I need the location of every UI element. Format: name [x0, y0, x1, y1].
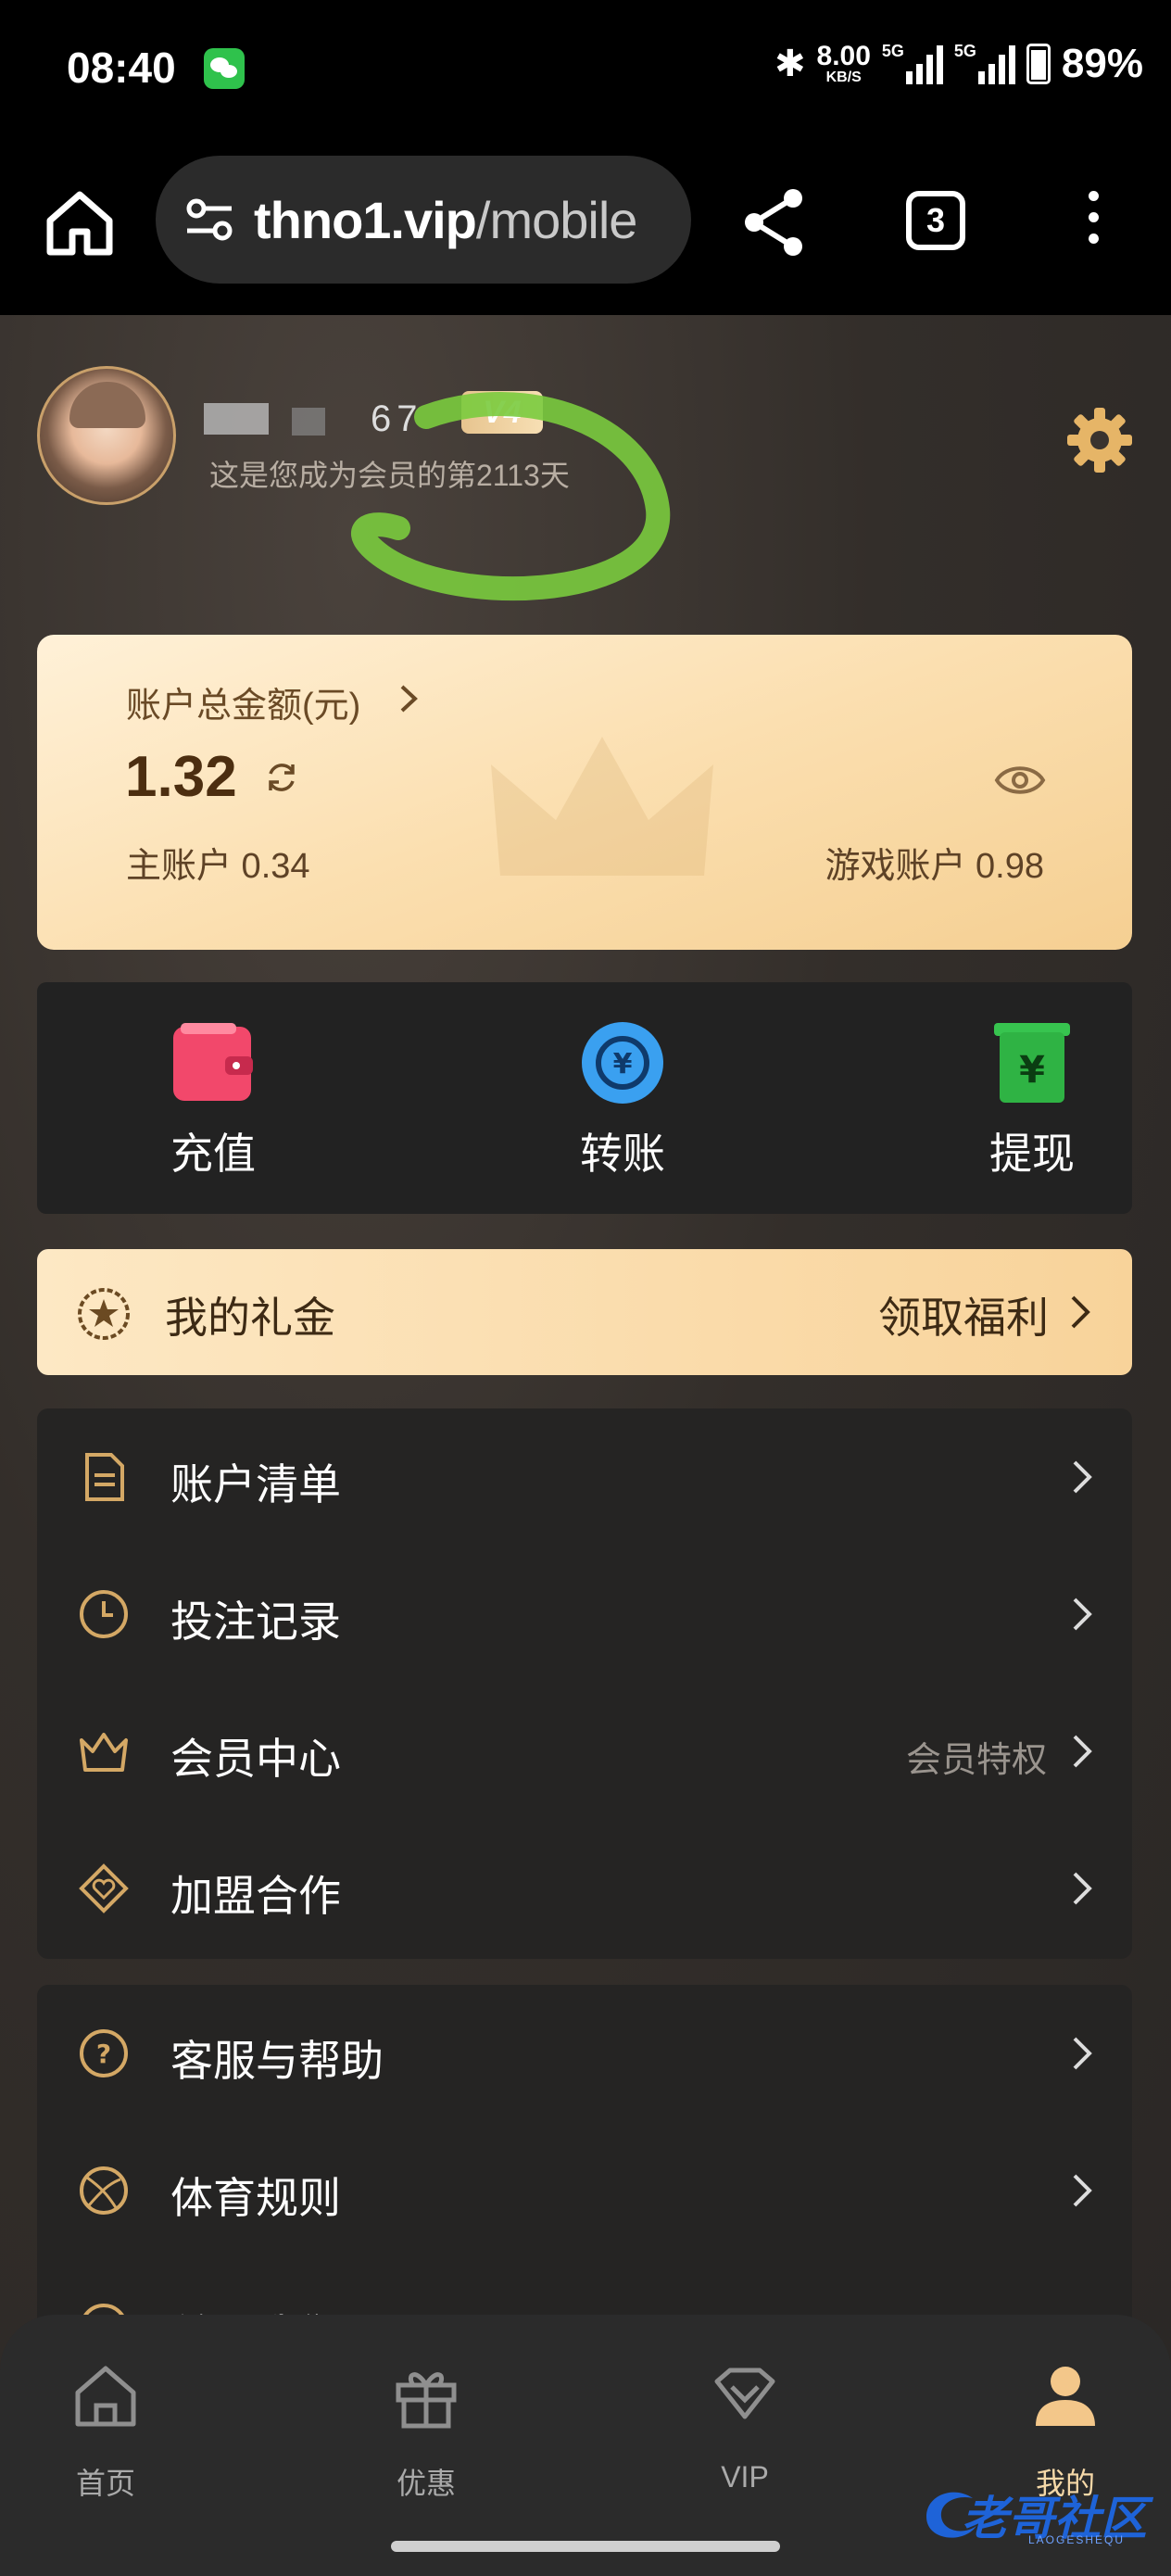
withdraw-label: 提现: [989, 1130, 1075, 1178]
url-host: thno1.vip: [254, 190, 477, 249]
tab-promotions[interactable]: 优惠: [343, 2359, 510, 2503]
network-speed-unit: KB/S: [825, 69, 862, 85]
tab-home[interactable]: 首页: [22, 2359, 189, 2503]
menu-item-member-center[interactable]: 会员中心 会员特权: [37, 1683, 1132, 1820]
game-account-balance: 游戏账户 0.98: [825, 847, 1044, 886]
chevron-right-icon: [1073, 1872, 1092, 1905]
refresh-icon[interactable]: [263, 759, 300, 796]
menu-group-account: 账户清单 投注记录 会员中心 会员特权 加盟合作: [37, 1408, 1132, 1959]
avatar[interactable]: [37, 366, 176, 505]
crown-watermark-icon: [491, 737, 713, 876]
status-time: 08:40: [67, 44, 176, 92]
vip-diamond-icon: [714, 2368, 775, 2419]
site-watermark: 老哥社区 LAOGESHEQU: [917, 2476, 1158, 2550]
deposit-button[interactable]: 充值: [120, 1021, 306, 1181]
balance-title[interactable]: 账户总金额(元): [126, 676, 360, 727]
menu-item-label: 账户清单: [170, 1460, 341, 1509]
member-privileges-text: 会员特权: [905, 1741, 1047, 1780]
tab-label: 首页: [75, 2467, 135, 2500]
question-icon: ?: [80, 2029, 128, 2077]
withdraw-button[interactable]: ¥ 提现: [939, 1021, 1125, 1181]
sim1-label: 5G: [881, 42, 904, 60]
sim2-label: 5G: [953, 42, 976, 60]
username-mask: [292, 408, 325, 436]
network-speed: 8.00 KB/S: [817, 43, 871, 85]
svg-text:?: ?: [96, 2039, 111, 2069]
url-path: /mobile: [475, 190, 638, 249]
svg-text:¥: ¥: [613, 1048, 633, 1080]
chevron-right-icon: [1073, 1735, 1092, 1768]
menu-item-account-statement[interactable]: 账户清单: [37, 1408, 1132, 1546]
quick-actions: 充值 ¥ 转账 ¥ 提现: [37, 982, 1132, 1214]
url-bar[interactable]: thno1.vip/mobile: [156, 156, 691, 284]
signal-icon: 5G: [881, 42, 943, 84]
bluetooth-icon: ✱: [774, 44, 806, 84]
balance-card: 账户总金额(元) 1.32 主账户 0.34 游戏账户 0.98: [37, 635, 1132, 950]
username-mask: [204, 403, 269, 435]
withdraw-icon: ¥: [994, 1023, 1070, 1103]
signal-icon: 5G: [953, 42, 1015, 84]
transfer-icon: ¥: [582, 1022, 663, 1104]
chevron-right-icon: [1073, 1597, 1092, 1631]
deposit-label: 充值: [170, 1130, 256, 1178]
user-icon: [1036, 2367, 1095, 2426]
chevron-right-icon: [1073, 2174, 1092, 2207]
transfer-label: 转账: [580, 1130, 665, 1178]
account-page: 67 V4 这是您成为会员的第2113天 账户总金额(元) 1.32 主账户 0…: [0, 315, 1171, 2576]
site-settings-icon[interactable]: [182, 192, 237, 247]
ball-icon: [80, 2166, 128, 2215]
tab-label: VIP: [721, 2460, 769, 2494]
svg-text:¥: ¥: [1019, 1049, 1045, 1092]
diamond-heart-icon: [79, 1863, 129, 1913]
menu-item-label: 加盟合作: [170, 1872, 341, 1920]
menu-item-label: 客服与帮助: [170, 2037, 384, 2085]
my-gift-bar[interactable]: 我的礼金 领取福利: [37, 1249, 1132, 1375]
menu-item-sports-rules[interactable]: 体育规则: [37, 2122, 1132, 2259]
crown-icon: [80, 1733, 128, 1772]
browser-toolbar: thno1.vip/mobile 3: [0, 139, 1171, 315]
chevron-right-icon: [1073, 1460, 1092, 1494]
overflow-menu-icon[interactable]: [1077, 191, 1110, 258]
tab-label: 优惠: [396, 2467, 456, 2500]
star-medal-icon: [78, 1288, 130, 1340]
transfer-button[interactable]: ¥ 转账: [530, 1021, 715, 1181]
tabs-count-button[interactable]: 3: [906, 191, 965, 250]
tab-vip[interactable]: VIP: [661, 2359, 828, 2494]
eye-icon[interactable]: [993, 753, 1047, 807]
main-account-balance: 主账户 0.34: [126, 847, 310, 886]
document-icon: [85, 1453, 124, 1501]
status-indicators: ✱ 8.00 KB/S 5G 5G 89%: [774, 41, 1143, 87]
gift-label: 我的礼金: [165, 1294, 335, 1342]
watermark-subtext: LAOGESHEQU: [1028, 2533, 1126, 2546]
wallet-icon: [173, 1023, 253, 1101]
home-indicator[interactable]: [391, 2541, 780, 2552]
network-speed-value: 8.00: [816, 41, 871, 71]
menu-item-bet-records[interactable]: 投注记录: [37, 1546, 1132, 1683]
green-annotation-mark: [351, 392, 671, 601]
chevron-right-icon: [1073, 2037, 1092, 2070]
gift-box-icon: [396, 2372, 457, 2429]
share-icon[interactable]: [741, 185, 808, 259]
claim-benefits-link[interactable]: 领取福利: [878, 1284, 1049, 1345]
balance-total: 1.32: [125, 745, 237, 809]
clock-icon: [80, 1590, 128, 1638]
menu-item-customer-service[interactable]: ? 客服与帮助: [37, 1985, 1132, 2122]
chevron-right-icon: [1071, 1295, 1090, 1329]
settings-gear-icon[interactable]: [1065, 406, 1134, 474]
menu-item-label: 会员中心: [170, 1735, 341, 1783]
wechat-icon: [204, 48, 245, 89]
url-text[interactable]: thno1.vip/mobile: [254, 190, 638, 250]
menu-item-partnership[interactable]: 加盟合作: [37, 1820, 1132, 1957]
home-icon: [75, 2366, 136, 2427]
menu-item-label: 投注记录: [170, 1597, 341, 1646]
chevron-right-icon[interactable]: [397, 683, 421, 714]
home-icon[interactable]: [43, 185, 117, 259]
battery-icon: [1026, 44, 1051, 84]
battery-level: 89%: [1061, 41, 1143, 86]
status-bar: 08:40 ✱ 8.00 KB/S 5G 5G 89%: [0, 0, 1171, 139]
menu-item-label: 体育规则: [170, 2174, 341, 2222]
